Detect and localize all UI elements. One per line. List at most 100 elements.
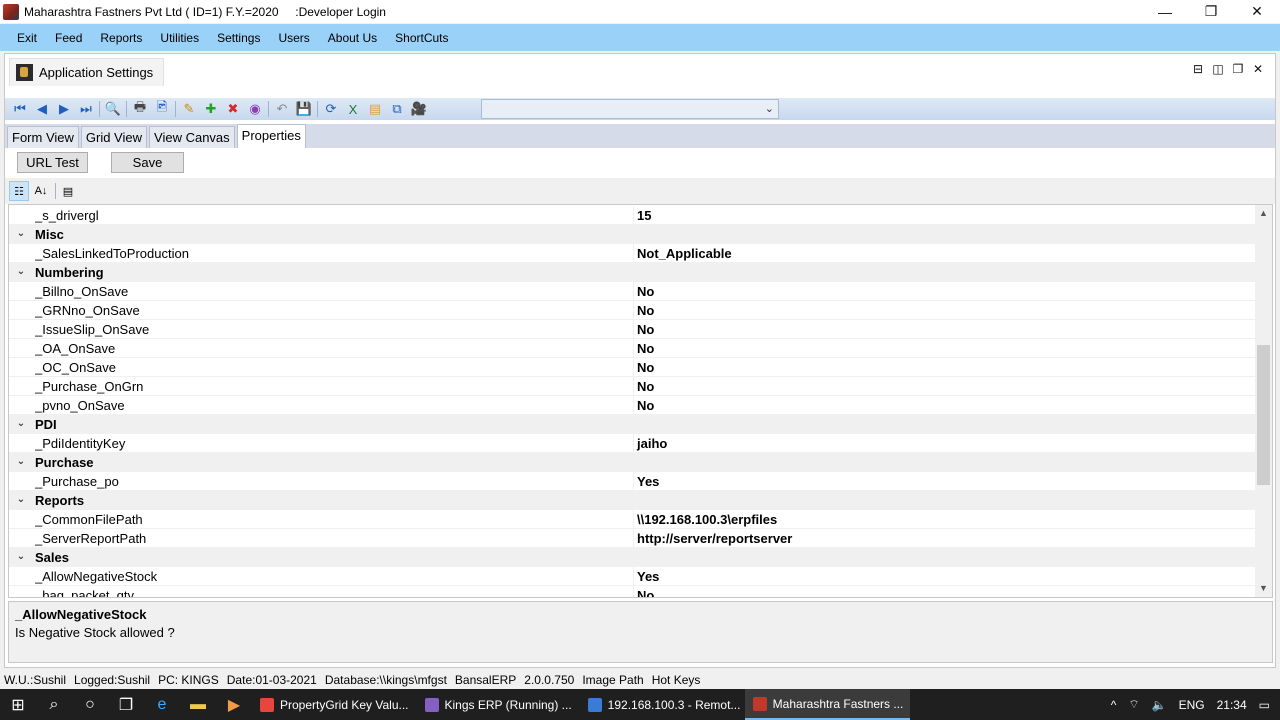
restore-icon[interactable]: ❐ — [1231, 62, 1245, 76]
save-disk-icon[interactable]: 💾 — [293, 99, 315, 119]
language-indicator[interactable]: ENG — [1173, 698, 1211, 712]
maximize-button[interactable]: ❐ — [1188, 0, 1234, 23]
taskbar-app[interactable]: Maharashtra Fastners ... — [744, 689, 910, 720]
collapse-chevron-icon[interactable]: ⌄ — [15, 418, 27, 430]
menu-about-us[interactable]: About Us — [319, 31, 386, 45]
property-value[interactable]: \\192.168.100.3\erpfiles — [637, 512, 777, 527]
category-row[interactable]: ⌄ Purchase — [9, 453, 1257, 472]
network-icon[interactable]: ⌔ — [1122, 697, 1145, 712]
toolbar-combo[interactable]: ⌄ — [481, 99, 779, 119]
close-button[interactable]: ✕ — [1234, 0, 1280, 23]
property-pages-icon[interactable]: ▤ — [58, 181, 78, 201]
property-row[interactable]: _bag_packet_qty No — [9, 586, 1257, 598]
tile-vertical-icon[interactable]: ◫ — [1211, 62, 1225, 76]
menu-exit[interactable]: Exit — [8, 31, 46, 45]
print-icon[interactable]: 🖶 — [129, 99, 151, 119]
tab-view-canvas[interactable]: View Canvas — [149, 126, 235, 148]
tab-form-view[interactable]: Form View — [7, 126, 79, 148]
menu-feed[interactable]: Feed — [46, 31, 91, 45]
property-value[interactable]: jaiho — [637, 436, 667, 451]
menu-settings[interactable]: Settings — [208, 31, 269, 45]
search-icon[interactable]: ⌕ — [36, 689, 72, 720]
collapse-chevron-icon[interactable]: ⌄ — [15, 456, 27, 468]
previous-record-icon[interactable]: ◀ — [31, 99, 53, 119]
delete-icon[interactable]: ✖ — [222, 99, 244, 119]
property-value[interactable]: No — [637, 303, 654, 318]
category-row[interactable]: ⌄ Sales — [9, 548, 1257, 567]
view-icon[interactable]: ◉ — [244, 99, 266, 119]
property-row[interactable]: _OA_OnSave No — [9, 339, 1257, 358]
media-player-icon[interactable]: ▶ — [216, 689, 252, 720]
tile-horizontal-icon[interactable]: ⊟ — [1191, 62, 1205, 76]
camera-icon[interactable]: 🎥 — [408, 99, 430, 119]
property-row[interactable]: _CommonFilePath \\192.168.100.3\erpfiles — [9, 510, 1257, 529]
alphabetical-sort-icon[interactable]: A↓ — [31, 181, 51, 201]
edit-icon[interactable]: ✎ — [178, 99, 200, 119]
status-item[interactable]: Hot Keys — [652, 673, 701, 687]
next-record-icon[interactable]: ▶ — [53, 99, 75, 119]
edge-browser-icon[interactable]: e — [144, 689, 180, 720]
property-value[interactable]: No — [637, 398, 654, 413]
collapse-chevron-icon[interactable]: ⌄ — [15, 266, 27, 278]
property-value[interactable]: No — [637, 322, 654, 337]
copy-icon[interactable]: ⧉ — [386, 99, 408, 119]
categorized-view-icon[interactable]: ☷ — [9, 181, 29, 201]
collapse-chevron-icon[interactable]: ⌄ — [15, 494, 27, 506]
menu-utilities[interactable]: Utilities — [151, 31, 208, 45]
property-row[interactable]: _ServerReportPath http://server/reportser… — [9, 529, 1257, 548]
scroll-down-icon[interactable]: ▼ — [1255, 580, 1272, 597]
property-value[interactable]: Yes — [637, 474, 659, 489]
first-record-icon[interactable]: ⏮ — [9, 99, 31, 119]
refresh-icon[interactable]: ⟳ — [320, 99, 342, 119]
property-value[interactable]: No — [637, 379, 654, 394]
menu-users[interactable]: Users — [269, 31, 318, 45]
menu-reports[interactable]: Reports — [91, 31, 151, 45]
property-value[interactable]: No — [637, 341, 654, 356]
vertical-scrollbar[interactable]: ▲ ▼ — [1255, 205, 1272, 597]
status-item[interactable]: Image Path — [582, 673, 643, 687]
task-view-icon[interactable]: ❐ — [108, 689, 144, 720]
property-value[interactable]: No — [637, 588, 654, 598]
volume-icon[interactable]: 🔈 — [1146, 698, 1173, 712]
taskbar-app[interactable]: Kings ERP (Running) ... — [417, 689, 580, 720]
menu-shortcuts[interactable]: ShortCuts — [386, 31, 457, 45]
last-record-icon[interactable]: ⏭ — [75, 99, 97, 119]
taskbar-app[interactable]: PropertyGrid Key Valu... — [252, 689, 417, 720]
property-row[interactable]: _GRNno_OnSave No — [9, 301, 1257, 320]
property-row[interactable]: _Billno_OnSave No — [9, 282, 1257, 301]
file-explorer-icon[interactable]: ▬ — [180, 689, 216, 720]
save-button[interactable]: Save — [111, 152, 184, 173]
clock[interactable]: 21:34 — [1211, 698, 1253, 712]
property-row[interactable]: _IssueSlip_OnSave No — [9, 320, 1257, 339]
scroll-up-icon[interactable]: ▲ — [1255, 205, 1272, 222]
property-value[interactable]: http://server/reportserver — [637, 531, 792, 546]
property-value[interactable]: No — [637, 360, 654, 375]
property-row[interactable]: _AllowNegativeStock Yes — [9, 567, 1257, 586]
category-row[interactable]: ⌄ Misc — [9, 225, 1257, 244]
tray-chevron-icon[interactable]: ^ — [1105, 698, 1123, 712]
url-test-button[interactable]: URL Test — [17, 152, 88, 173]
cortana-icon[interactable]: ○ — [72, 689, 108, 720]
property-value[interactable]: No — [637, 284, 654, 299]
mdi-close-icon[interactable]: ✕ — [1251, 62, 1265, 76]
find-icon[interactable]: 🔍 — [102, 99, 124, 119]
scroll-thumb[interactable] — [1257, 345, 1270, 485]
property-row[interactable]: _PdiIdentityKey jaiho — [9, 434, 1257, 453]
excel-icon[interactable]: X — [342, 99, 364, 119]
minimize-button[interactable]: — — [1142, 0, 1188, 23]
notification-icon[interactable]: ▭ — [1253, 698, 1280, 712]
category-row[interactable]: ⌄ Numbering — [9, 263, 1257, 282]
collapse-chevron-icon[interactable]: ⌄ — [15, 228, 27, 240]
undo-icon[interactable]: ↶ — [271, 99, 293, 119]
property-value[interactable]: 15 — [637, 208, 651, 223]
print-preview-icon[interactable]: 🖻 — [151, 99, 173, 119]
collapse-chevron-icon[interactable]: ⌄ — [15, 551, 27, 563]
windows-start-icon[interactable]: ⊞ — [0, 689, 36, 720]
property-row[interactable]: _s_drivergl 15 — [9, 206, 1257, 225]
property-value[interactable]: Not_Applicable — [637, 246, 732, 261]
property-row[interactable]: _OC_OnSave No — [9, 358, 1257, 377]
property-value[interactable]: Yes — [637, 569, 659, 584]
property-row[interactable]: _SalesLinkedToProduction Not_Applicable — [9, 244, 1257, 263]
tab-properties[interactable]: Properties — [236, 124, 306, 148]
tab-grid-view[interactable]: Grid View — [80, 126, 148, 148]
